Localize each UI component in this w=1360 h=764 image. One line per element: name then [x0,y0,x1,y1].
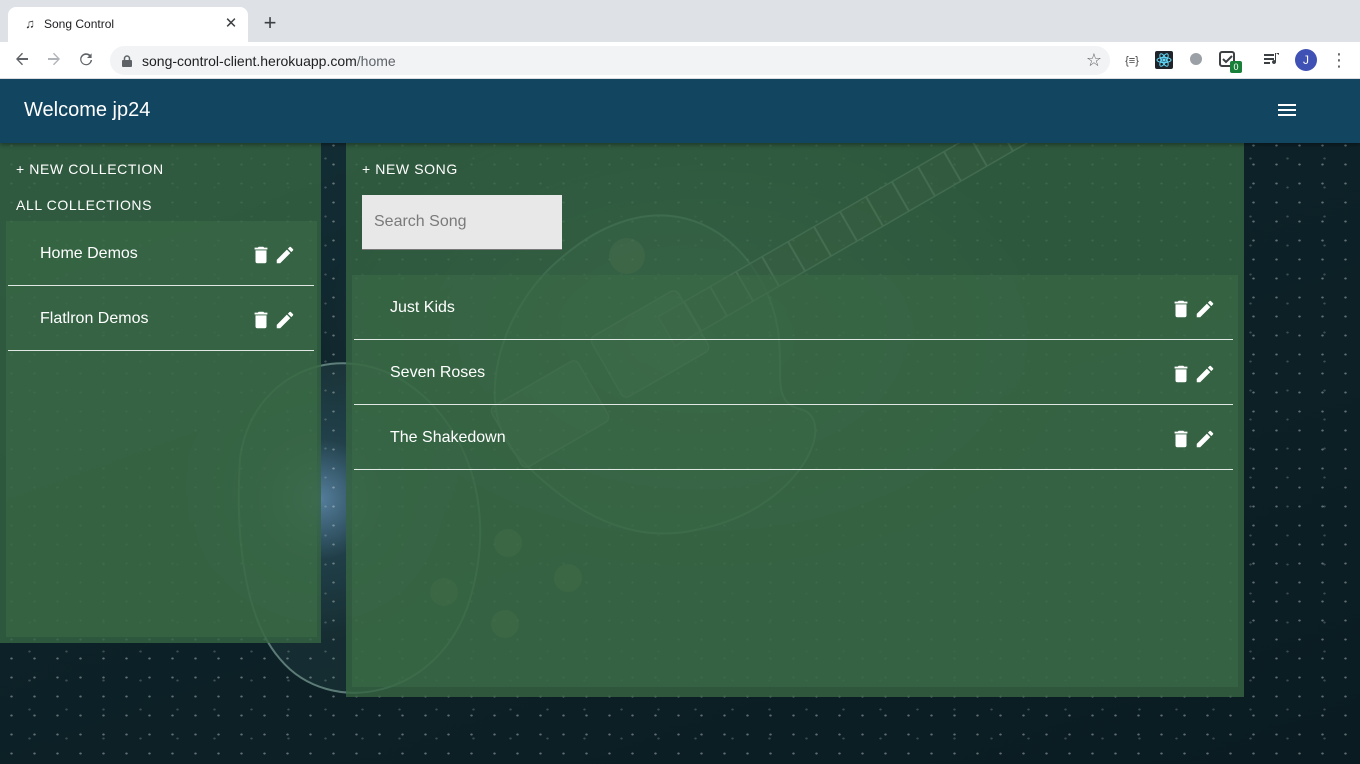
song-label: Seven Roses [390,364,486,381]
tab-title: Song Control [44,17,115,31]
collection-actions [250,309,298,331]
search-song-input[interactable] [362,195,562,250]
new-song-button[interactable]: + NEW SONG [362,161,458,177]
song-actions [1170,363,1218,385]
back-arrow-icon[interactable] [10,49,34,73]
close-tab-icon[interactable]: ✕ [222,15,240,33]
collection-actions [250,244,298,266]
url-path: /home [356,53,396,69]
song-item-seven-roses[interactable]: Seven Roses [354,340,1233,405]
react-devtools-icon[interactable] [1154,51,1174,71]
new-collection-button[interactable]: + NEW COLLECTION [16,161,164,177]
collection-label: Flatlron Demos [40,310,149,327]
pencil-icon[interactable] [274,309,296,331]
trash-icon[interactable] [250,244,272,266]
forward-arrow-icon[interactable] [42,49,66,73]
songs-panel: + NEW SONG Just Kids Seven Roses The Sha… [346,143,1244,697]
profile-avatar[interactable]: J [1295,49,1317,71]
hamburger-menu-icon[interactable] [1278,101,1298,121]
extension-circle-icon[interactable] [1186,51,1206,71]
media-queue-icon[interactable] [1262,51,1282,71]
reload-icon[interactable] [74,49,98,73]
song-item-the-shakedown[interactable]: The Shakedown [354,405,1233,470]
new-tab-button[interactable]: + [258,11,282,35]
trash-icon[interactable] [1170,428,1192,450]
url-host: song-control-client.herokuapp.com [142,53,357,69]
collection-item-home-demos[interactable]: Home Demos [8,221,314,286]
pencil-icon[interactable] [1194,298,1216,320]
extension-badge: 0 [1230,61,1242,73]
welcome-title: Welcome jp24 [24,99,151,121]
collection-label: Home Demos [40,245,138,262]
song-actions [1170,298,1218,320]
song-actions [1170,428,1218,450]
collections-panel: + NEW COLLECTION ALL COLLECTIONS Home De… [0,143,321,643]
lock-icon[interactable] [122,54,132,67]
songs-list: Just Kids Seven Roses The Shakedown [352,275,1238,687]
bookmark-star-icon[interactable]: ☆ [1086,50,1102,70]
trash-icon[interactable] [1170,298,1192,320]
all-collections-button[interactable]: ALL COLLECTIONS [16,197,152,213]
music-note-icon: ♫ [25,16,35,31]
trash-icon[interactable] [1170,363,1192,385]
song-label: Just Kids [390,299,455,316]
pencil-icon[interactable] [1194,363,1216,385]
browser-tab[interactable]: ♫ Song Control ✕ [8,7,248,42]
page-background: Welcome jp24 + NEW COLLECTION ALL COLLEC… [0,79,1360,764]
url-text[interactable]: song-control-client.herokuapp.com/home [142,53,396,69]
pencil-icon[interactable] [1194,428,1216,450]
browser-toolbar: song-control-client.herokuapp.com/home ☆… [0,42,1360,79]
pencil-icon[interactable] [274,244,296,266]
browser-tab-strip: ♫ Song Control ✕ + [0,0,1360,42]
song-label: The Shakedown [390,429,506,446]
address-bar[interactable]: song-control-client.herokuapp.com/home ☆ [110,46,1110,75]
song-item-just-kids[interactable]: Just Kids [354,275,1233,340]
collection-item-flatiron-demos[interactable]: Flatlron Demos [8,286,314,351]
browser-menu-icon[interactable]: ⋮ [1330,49,1348,71]
trash-icon[interactable] [250,309,272,331]
app-header: Welcome jp24 [0,79,1360,143]
collections-list: Home Demos Flatlron Demos [6,221,317,637]
json-viewer-extension-icon[interactable]: {≡} [1122,51,1142,71]
